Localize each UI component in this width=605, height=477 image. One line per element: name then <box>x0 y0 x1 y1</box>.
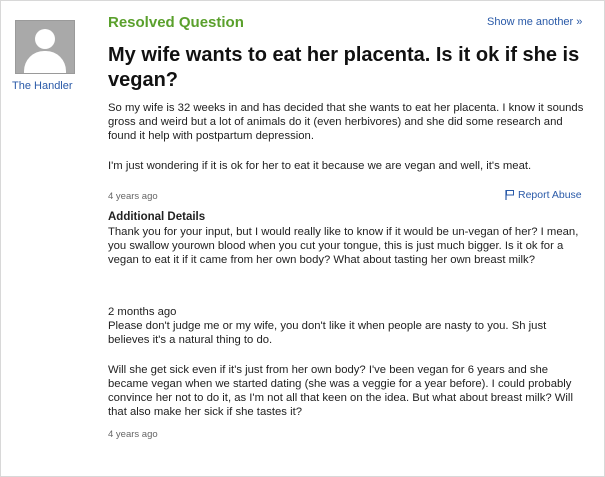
question-body-paragraph-2: I'm just wondering if it is ok for her t… <box>108 160 532 172</box>
avatar-body <box>24 51 66 73</box>
question-title: My wife wants to eat her placenta. Is it… <box>108 44 580 91</box>
flag-icon <box>505 190 514 200</box>
additional-detail-1: Thank you for your input, but I would re… <box>108 226 579 266</box>
additional-detail-2: Please don't judge me or my wife, you do… <box>108 320 547 346</box>
report-abuse-label: Report Abuse <box>518 189 582 201</box>
question-body-paragraph-1: So my wife is 32 weeks in and has decide… <box>108 102 584 142</box>
additional-detail-2-time: 2 months ago <box>108 306 177 318</box>
report-abuse-link[interactable]: Report Abuse <box>505 189 582 201</box>
additional-details-heading: Additional Details <box>108 211 206 223</box>
avatar-head <box>35 29 55 49</box>
default-user-avatar-icon[interactable] <box>15 20 75 74</box>
additional-detail-3: Will she get sick even if it's just from… <box>108 364 573 418</box>
username-link[interactable]: The Handler <box>12 80 73 92</box>
show-another-link[interactable]: Show me another » <box>487 16 582 28</box>
asked-time: 4 years ago <box>108 191 158 202</box>
additional-detail-3-time: 4 years ago <box>108 429 158 440</box>
question-status: Resolved Question <box>108 14 244 31</box>
